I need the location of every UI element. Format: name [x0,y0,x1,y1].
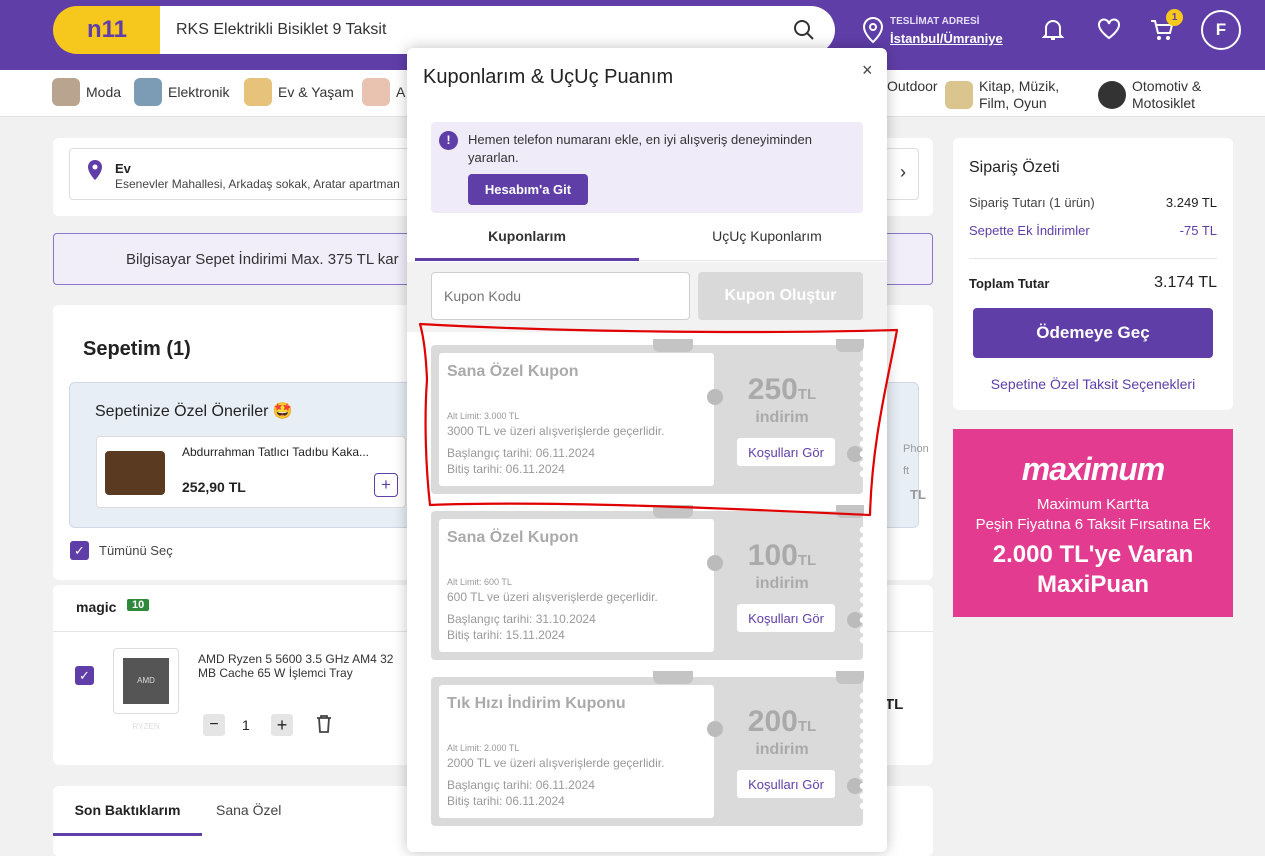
ticket-perforation [855,359,863,479]
view-conditions-button[interactable]: Koşulları Gör [737,770,835,798]
coupon-description: 3000 TL ve üzeri alışverişlerde geçerlid… [447,424,665,438]
info-icon: ! [439,131,458,150]
coupon-tabs: Kuponlarım UçUç Kuponlarım [415,213,887,261]
ticket-hole [707,721,723,737]
coupon-amount: 250TL [727,373,837,407]
coupon-end-date: Bitiş tarihi: 15.11.2024 [447,628,565,642]
coupon-amount-value: 100 [747,539,798,572]
coupon-discount-word: indirim [755,575,809,592]
coupon-discount-word: indirim [755,409,809,426]
ticket-notch [653,671,693,684]
coupon-end-date: Bitiş tarihi: 06.11.2024 [447,794,565,808]
coupon-currency: TL [797,552,817,569]
coupon-discount-word: indirim [755,741,809,758]
coupon-description: 2000 TL ve üzeri alışverişlerde geçerlid… [447,756,665,770]
coupon-currency: TL [797,718,817,735]
view-conditions-button[interactable]: Koşulları Gör [737,604,835,632]
coupon-code-input[interactable] [431,272,690,320]
ticket-notch [836,505,864,518]
coupon-details: Tık Hızı İndirim Kuponu Alt Limit: 2.000… [439,685,714,818]
coupon-end-date: Bitiş tarihi: 06.11.2024 [447,462,565,476]
coupon-card: Sana Özel Kupon Alt Limit: 3.000 TL 3000… [431,339,864,494]
ticket-hole [707,389,723,405]
coupon-currency: TL [797,386,817,403]
coupon-title: Sana Özel Kupon [447,363,579,380]
ticket-notch [836,671,864,684]
coupon-limit: Alt Limit: 2.000 TL [447,743,520,753]
tab-my-coupons[interactable]: Kuponlarım [415,213,639,261]
coupon-limit: Alt Limit: 3.000 TL [447,411,520,421]
ticket-hole [707,555,723,571]
ticket-notch [836,339,864,352]
coupon-amount-value: 250 [747,373,798,406]
coupon-start-date: Başlangıç tarihi: 06.11.2024 [447,778,595,792]
coupon-description: 600 TL ve üzeri alışverişlerde geçerlidi… [447,590,658,604]
alert-text: Hemen telefon numaranı ekle, en iyi alış… [468,132,812,165]
coupon-code-form: Kupon Oluştur [407,262,887,332]
coupons-modal: Kuponlarım & UçUç Puanım × ! Hemen telef… [407,48,887,852]
coupon-details: Sana Özel Kupon Alt Limit: 3.000 TL 3000… [439,353,714,486]
modal-title: Kuponlarım & UçUç Puanım [423,66,674,88]
coupon-card: Tık Hızı İndirim Kuponu Alt Limit: 2.000… [431,671,864,826]
ticket-notch [653,505,693,518]
coupon-card: Sana Özel Kupon Alt Limit: 600 TL 600 TL… [431,505,864,660]
ticket-perforation [855,525,863,645]
coupon-details: Sana Özel Kupon Alt Limit: 600 TL 600 TL… [439,519,714,652]
view-conditions-button[interactable]: Koşulları Gör [737,438,835,466]
coupon-limit: Alt Limit: 600 TL [447,577,512,587]
tab-ucuc-coupons[interactable]: UçUç Kuponlarım [655,213,879,261]
ticket-notch [653,339,693,352]
coupon-title: Sana Özel Kupon [447,529,579,546]
phone-alert: ! Hemen telefon numaranı ekle, en iyi al… [431,122,863,213]
close-icon[interactable]: × [862,60,873,81]
coupon-start-date: Başlangıç tarihi: 06.11.2024 [447,446,595,460]
ticket-perforation [855,691,863,811]
coupon-amount: 200TL [727,705,837,739]
coupon-amount: 100TL [727,539,837,573]
create-coupon-button[interactable]: Kupon Oluştur [698,272,863,320]
coupon-title: Tık Hızı İndirim Kuponu [447,695,626,712]
coupon-amount-value: 200 [747,705,798,738]
go-to-account-button[interactable]: Hesabım'a Git [468,174,588,205]
coupon-start-date: Başlangıç tarihi: 31.10.2024 [447,612,596,626]
